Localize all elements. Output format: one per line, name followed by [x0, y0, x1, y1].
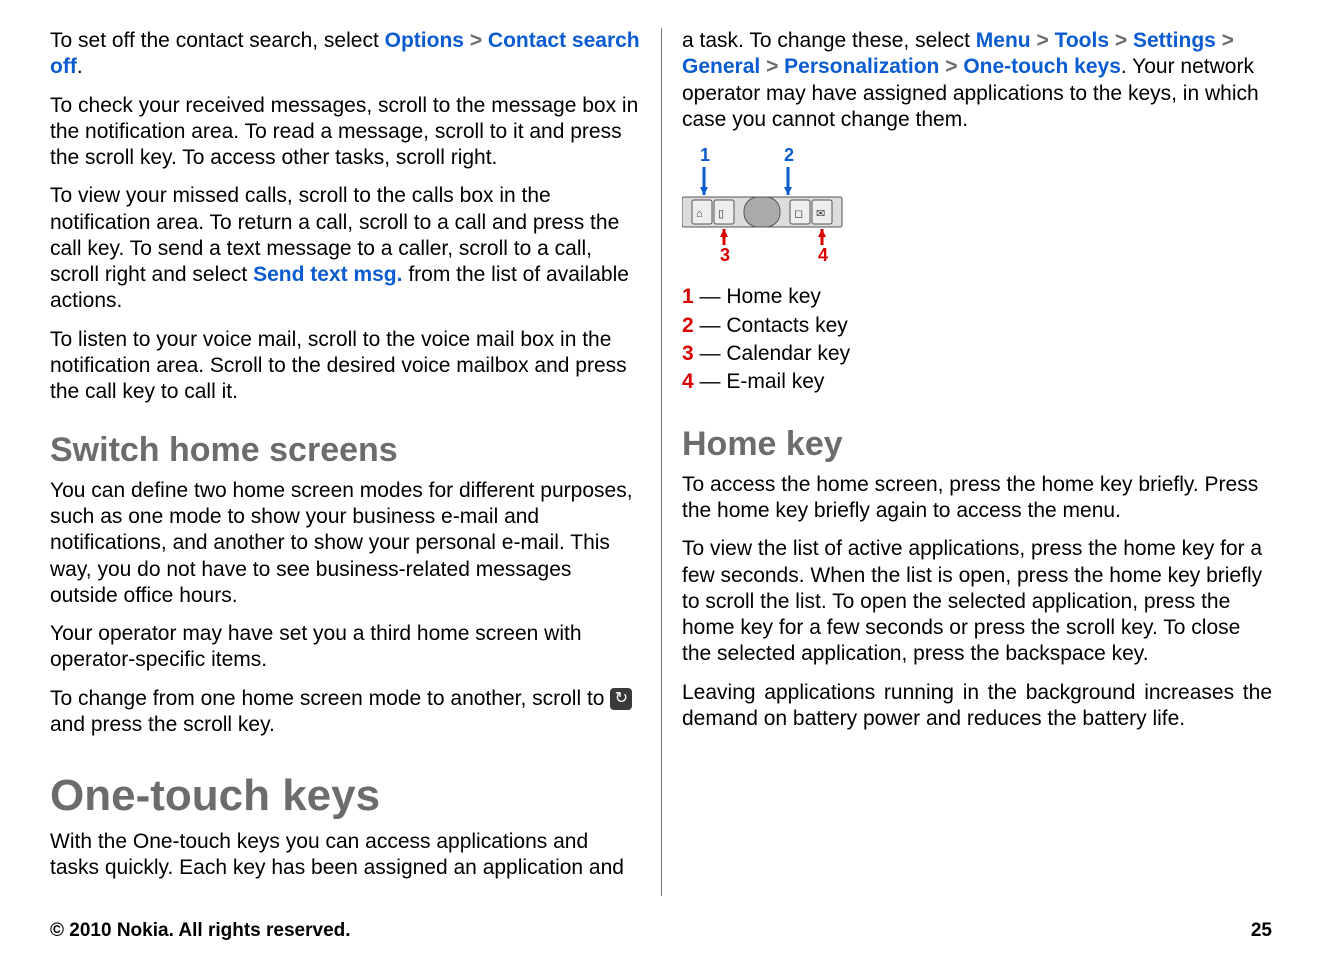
chevron-right-icon: > [766, 55, 784, 78]
svg-text:2: 2 [784, 145, 794, 165]
diagram-svg: 1 2 ⌂ ▯ ◻ [682, 145, 852, 265]
svg-text:⌂: ⌂ [696, 208, 703, 220]
paragraph: a task. To change these, select Menu > T… [682, 28, 1272, 133]
right-column: a task. To change these, select Menu > T… [661, 28, 1272, 896]
chevron-right-icon: > [1222, 29, 1234, 52]
chevron-right-icon: > [945, 55, 963, 78]
legend-item: 2 — Contacts key [682, 313, 1272, 339]
link-settings[interactable]: Settings [1133, 29, 1216, 52]
text: and press the scroll key. [50, 713, 275, 736]
paragraph: To view your missed calls, scroll to the… [50, 183, 641, 314]
legend-num: 4 [682, 370, 694, 393]
link-personalization[interactable]: Personalization [784, 55, 939, 78]
key-diagram: 1 2 ⌂ ▯ ◻ [682, 145, 1272, 272]
paragraph: You can define two home screen modes for… [50, 478, 641, 609]
document-page: To set off the contact search, select Op… [0, 0, 1322, 954]
link-general[interactable]: General [682, 55, 760, 78]
paragraph: To listen to your voice mail, scroll to … [50, 327, 641, 406]
text: a task. To change these, select [682, 29, 976, 52]
copyright: © 2010 Nokia. All rights reserved. [50, 920, 351, 942]
legend-item: 4 — E-mail key [682, 369, 1272, 395]
link-options[interactable]: Options [385, 29, 464, 52]
text: To set off the contact search, select [50, 29, 385, 52]
text: To change from one home screen mode to a… [50, 687, 610, 710]
legend-num: 2 [682, 314, 694, 337]
legend-num: 3 [682, 342, 694, 365]
paragraph: Your operator may have set you a third h… [50, 621, 641, 674]
svg-text:4: 4 [818, 245, 828, 265]
two-column-layout: To set off the contact search, select Op… [50, 28, 1272, 896]
key-legend: 1 — Home key 2 — Contacts key 3 — Calend… [682, 284, 1272, 395]
link-send-text-msg[interactable]: Send text msg. [253, 263, 402, 286]
legend-item: 1 — Home key [682, 284, 1272, 310]
switch-icon [610, 688, 632, 710]
legend-label: — Home key [694, 285, 821, 308]
chevron-right-icon: > [1115, 29, 1133, 52]
chevron-right-icon: > [470, 29, 488, 52]
paragraph: To view the list of active applications,… [682, 536, 1272, 667]
paragraph: To change from one home screen mode to a… [50, 686, 641, 739]
text: . [77, 55, 83, 78]
paragraph: To set off the contact search, select Op… [50, 28, 641, 81]
legend-label: — E-mail key [694, 370, 825, 393]
heading-switch-home-screens: Switch home screens [50, 429, 641, 472]
legend-num: 1 [682, 285, 694, 308]
svg-text:✉: ✉ [816, 208, 825, 220]
link-menu[interactable]: Menu [976, 29, 1031, 52]
legend-item: 3 — Calendar key [682, 341, 1272, 367]
page-number: 25 [1251, 920, 1272, 942]
link-one-touch-keys[interactable]: One-touch keys [963, 55, 1121, 78]
heading-one-touch-keys: One-touch keys [50, 768, 641, 823]
left-column: To set off the contact search, select Op… [50, 28, 661, 896]
paragraph: With the One-touch keys you can access a… [50, 829, 641, 882]
legend-label: — Contacts key [694, 314, 848, 337]
paragraph: To access the home screen, press the hom… [682, 472, 1272, 525]
page-footer: © 2010 Nokia. All rights reserved. 25 [50, 896, 1272, 942]
link-tools[interactable]: Tools [1055, 29, 1109, 52]
heading-home-key: Home key [682, 423, 1272, 466]
paragraph: Leaving applications running in the back… [682, 680, 1272, 733]
legend-label: — Calendar key [694, 342, 850, 365]
chevron-right-icon: > [1036, 29, 1054, 52]
svg-text:1: 1 [700, 145, 710, 165]
paragraph: To check your received messages, scroll … [50, 93, 641, 172]
svg-text:3: 3 [720, 245, 730, 265]
svg-text:◻: ◻ [794, 208, 803, 220]
svg-text:▯: ▯ [718, 208, 724, 220]
